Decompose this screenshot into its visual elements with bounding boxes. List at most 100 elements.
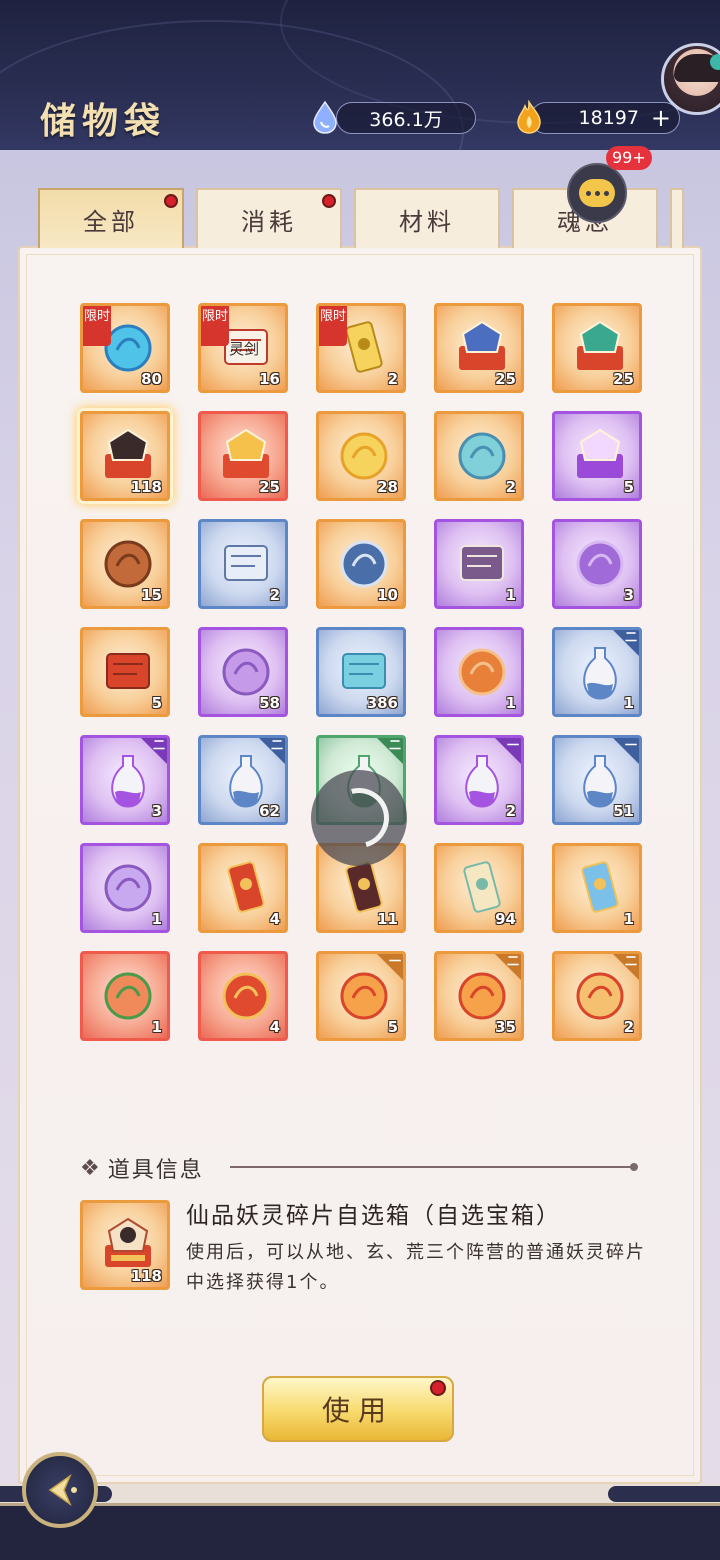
red-talisman-icon [227,861,265,913]
item-count: 2 [505,802,516,820]
spirit-box-icon [105,428,151,478]
item-count: 5 [387,1018,398,1036]
inventory-item[interactable]: 限时 2 [316,303,406,393]
inventory-item[interactable]: 3 [552,519,642,609]
limited-time-tag: 限时 [83,306,111,346]
item-count: 1 [623,910,634,928]
inventory-item[interactable]: 25 [198,411,288,501]
inventory-item[interactable]: 二1 [552,627,642,717]
red-box-icon [223,428,269,478]
diamond-icon: ❖ [80,1155,102,1181]
avatar-flower [710,54,720,70]
inventory-item[interactable]: 二3 [80,735,170,825]
inventory-item[interactable]: 5 [552,411,642,501]
tier-label: 二 [152,738,165,752]
page-title: 储物袋 [40,100,167,142]
inventory-item[interactable]: 灵剑 限时 16 [198,303,288,393]
item-count: 28 [377,478,398,496]
limited-time-tag: 限时 [319,306,347,346]
tab-all[interactable]: 全部 [38,188,184,248]
item-count: 62 [259,802,280,820]
jade-chest-icon [577,320,623,370]
inventory-item[interactable]: 10 [316,519,406,609]
tab-more[interactable] [670,188,684,248]
chat-button[interactable] [567,163,627,223]
gold-flame-icon [517,100,541,134]
inventory-item[interactable]: 4 [198,951,288,1041]
inventory-item[interactable]: 二 62 [198,735,288,825]
item-count: 4 [269,910,280,928]
red-scroll-icon [106,653,150,689]
item-count: 3 [623,586,634,604]
firecracker-icon [222,972,270,1020]
inventory-item[interactable]: 2 [198,519,288,609]
item-count: 94 [495,910,516,928]
fire-ring-icon [458,648,506,696]
peach-icon [104,972,152,1020]
item-count: 80 [141,370,162,388]
silk-cloth-icon [222,648,270,696]
inventory-item[interactable]: 二 35 [434,951,524,1041]
item-count: 1 [505,586,516,604]
inventory-item[interactable]: 5 [80,627,170,717]
tab-consumable-label: 消耗 [241,207,297,236]
inventory-item[interactable]: 2 [434,411,524,501]
purple-gourd-icon [104,864,152,912]
inventory-item[interactable]: 一2 [434,735,524,825]
item-count: 11 [377,910,398,928]
limited-time-tag: 限时 [201,306,229,346]
item-count: 25 [495,370,516,388]
inventory-item[interactable]: 4 [198,843,288,933]
swirl-float-button[interactable] [311,770,407,866]
item-count: 16 [259,370,280,388]
inventory-item[interactable]: 25 [434,303,524,393]
inventory-item[interactable]: 25 [552,303,642,393]
tier-label: 二 [624,954,637,968]
jade-currency: 366.1万 [336,102,476,134]
tab-consumable[interactable]: 消耗 [196,188,342,248]
blue-scroll-icon [342,653,386,689]
lotus-figure-icon [576,540,624,588]
add-gold-button[interactable]: + [651,104,671,132]
gold-currency: 18197 + [530,102,680,134]
inventory-item[interactable]: 58 [198,627,288,717]
golden-swirl-icon [340,432,388,480]
inventory-item[interactable]: 限时 80 [80,303,170,393]
tab-material[interactable]: 材料 [354,188,500,248]
item-count: 35 [495,1018,516,1036]
item-count: 2 [387,370,398,388]
item-count: 2 [623,1018,634,1036]
inventory-item[interactable]: 1 [80,843,170,933]
manual-icon [224,545,268,581]
item-count: 15 [141,586,162,604]
back-button[interactable] [22,1452,98,1528]
use-button[interactable]: 使用 [262,1376,454,1442]
item-count: 1 [151,910,162,928]
item-grid: 限时 80 灵剑 限时 16 限时 2 25 25 118 25 28 2 5 15 2 10 1 3 5 58 386 1… [80,303,644,1043]
inventory-item[interactable]: 一5 [316,951,406,1041]
tab-material-label: 材料 [399,207,455,236]
inventory-item[interactable]: 94 [434,843,524,933]
inventory-item[interactable]: 1 [552,843,642,933]
brush-scroll-icon [460,545,504,581]
inventory-item[interactable]: 1 [434,627,524,717]
tier-label: 二 [270,738,283,752]
item-art-text: 灵剑 [229,340,260,358]
item-count: 10 [377,586,398,604]
use-button-label: 使用 [321,1394,394,1427]
jade-drop-icon [313,100,337,134]
inventory-item[interactable]: 二2 [552,951,642,1041]
divider [230,1163,638,1171]
swirl-icon [318,777,400,859]
inventory-item[interactable]: 一 51 [552,735,642,825]
inventory-item[interactable]: 28 [316,411,406,501]
inventory-item[interactable]: 386 [316,627,406,717]
inventory-item[interactable]: 1 [80,951,170,1041]
inventory-item[interactable]: 15 [80,519,170,609]
inventory-item[interactable]: 1 [434,519,524,609]
notification-dot [322,194,336,208]
tier-label: 二 [624,630,637,644]
tier-label: 一 [388,954,401,968]
item-info-header: ❖ 道具信息 [80,1152,204,1184]
inventory-item[interactable]: 118 [80,411,170,501]
